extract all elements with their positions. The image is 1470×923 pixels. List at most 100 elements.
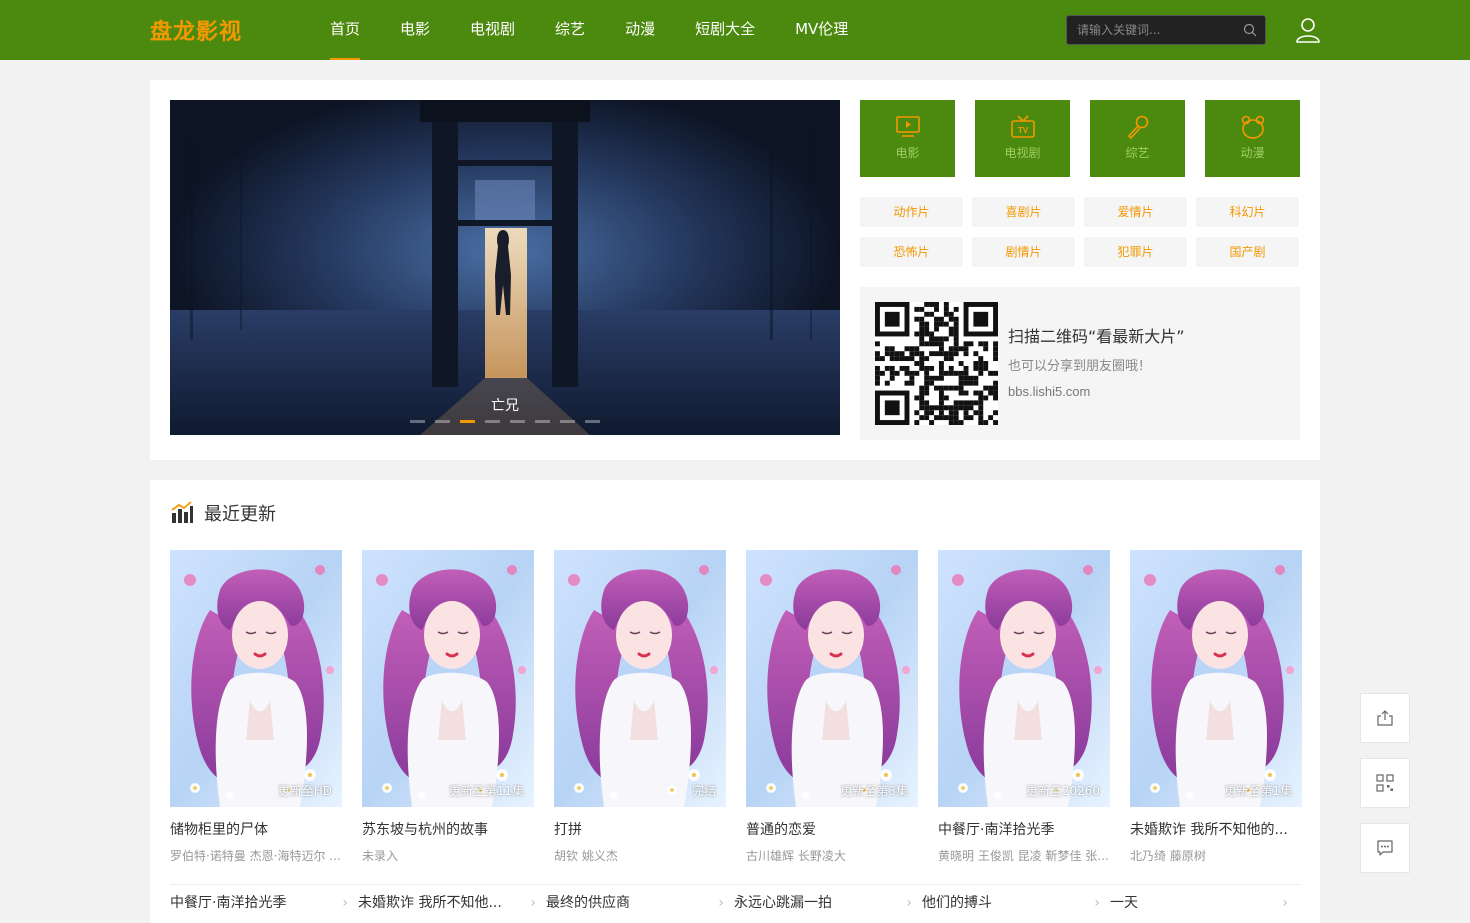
- card-cast: 罗伯特·诺特曼 杰恩·海特迈尔 ...: [170, 849, 341, 863]
- card-title[interactable]: 中餐厅·南洋拾光季: [938, 819, 1110, 839]
- slider-dot[interactable]: [410, 420, 425, 423]
- play-screen-icon: [895, 116, 920, 137]
- genre-link[interactable]: 剧情片: [972, 237, 1075, 267]
- poster[interactable]: 更新至第11集: [362, 550, 534, 807]
- genre-link[interactable]: 科幻片: [1196, 197, 1299, 227]
- card-cast: 黄晓明 王俊凯 昆凌 靳梦佳 张...: [938, 849, 1109, 863]
- nav-mv[interactable]: MV伦理: [795, 0, 848, 60]
- share-button[interactable]: [1360, 693, 1410, 743]
- card-cast: 古川雄辉 长野凌大: [746, 849, 846, 863]
- microphone-icon: [1127, 115, 1148, 139]
- bear-face-icon: [1241, 115, 1264, 139]
- slider-dot[interactable]: [560, 420, 575, 423]
- category-anime[interactable]: 动漫: [1205, 100, 1300, 177]
- card-title[interactable]: 未婚欺诈 我所不知他的...: [1130, 819, 1302, 839]
- list-item[interactable]: 他们的搏斗 ›: [922, 885, 1110, 921]
- video-card[interactable]: 更新至第1集 未婚欺诈 我所不知他的... 北乃绮 藤原树: [1130, 550, 1302, 864]
- poster-art: [170, 550, 342, 807]
- card-title[interactable]: 储物柜里的尸体: [170, 819, 342, 839]
- genre-link[interactable]: 犯罪片: [1084, 237, 1187, 267]
- category-label: 动漫: [1240, 146, 1265, 160]
- nav-tv[interactable]: 电视剧: [470, 0, 515, 60]
- video-card[interactable]: 更新至20260 中餐厅·南洋拾光季 黄晓明 王俊凯 昆凌 靳梦佳 张...: [938, 550, 1110, 864]
- card-cast: 北乃绮 藤原树: [1130, 849, 1206, 863]
- genre-link[interactable]: 国产剧: [1196, 237, 1299, 267]
- site-logo[interactable]: 盘龙影视: [150, 14, 242, 46]
- qr-promo: 扫描二维码“看最新大片” 也可以分享到朋友圈哦！ bbs.lishi5.com: [860, 287, 1300, 440]
- poster[interactable]: 更新至第3集: [746, 550, 918, 807]
- slider-dot[interactable]: [535, 420, 550, 423]
- qrcode-icon: [1376, 774, 1394, 792]
- chevron-right-icon: ›: [718, 895, 724, 911]
- category-movie[interactable]: 电影: [860, 100, 955, 177]
- card-title[interactable]: 打拼: [554, 819, 726, 839]
- nav-variety[interactable]: 综艺: [555, 0, 585, 60]
- qrcode-button[interactable]: [1360, 758, 1410, 808]
- genre-link[interactable]: 爱情片: [1084, 197, 1187, 227]
- list-item[interactable]: 最终的供应商 ›: [546, 885, 734, 921]
- poster-art: [938, 550, 1110, 807]
- genre-grid: 动作片 喜剧片 爱情片 科幻片 恐怖片 剧情片 犯罪片 国产剧: [860, 197, 1300, 267]
- svg-text:TV: TV: [1017, 126, 1028, 135]
- update-badge: 更新至第1集: [1224, 784, 1292, 798]
- tv-icon: TV: [1010, 115, 1035, 138]
- genre-link[interactable]: 恐怖片: [860, 237, 963, 267]
- qr-title: 扫描二维码“看最新大片”: [1008, 327, 1185, 346]
- top-navbar: 盘龙影视 首页 电影 电视剧 综艺 动漫 短剧大全 MV伦理: [0, 0, 1470, 60]
- video-card[interactable]: 更新至第11集 苏东坡与杭州的故事 未录入: [362, 550, 534, 864]
- category-variety[interactable]: 综艺: [1090, 100, 1185, 177]
- search-box: [1066, 15, 1266, 45]
- card-cast: 胡钦 姚义杰: [554, 849, 618, 863]
- update-badge: 更新至HD: [277, 784, 332, 798]
- list-item-label: 中餐厅·南洋拾光季: [170, 895, 287, 911]
- nav-anime[interactable]: 动漫: [625, 0, 655, 60]
- slider-dots: [410, 420, 610, 423]
- list-item-label: 永远心跳漏一拍: [734, 895, 832, 911]
- search-icon[interactable]: [1243, 23, 1257, 37]
- feedback-icon: [1377, 840, 1393, 856]
- slider-dot[interactable]: [435, 420, 450, 423]
- banner-slider[interactable]: 亡兄: [170, 100, 840, 435]
- slider-dot[interactable]: [460, 420, 475, 423]
- category-label: 综艺: [1125, 146, 1150, 160]
- card-cast: 未录入: [362, 849, 399, 863]
- genre-link[interactable]: 喜剧片: [972, 197, 1075, 227]
- card-title[interactable]: 普通的恋爱: [746, 819, 918, 839]
- poster[interactable]: 更新至第1集: [1130, 550, 1302, 807]
- search-input[interactable]: [1067, 16, 1232, 44]
- nav-home[interactable]: 首页: [330, 0, 361, 60]
- nav-short-drama[interactable]: 短剧大全: [695, 0, 755, 60]
- list-item-label: 一天: [1110, 895, 1138, 911]
- video-card[interactable]: 更新至第3集 普通的恋爱 古川雄辉 长野凌大: [746, 550, 918, 864]
- poster[interactable]: 更新至20260: [938, 550, 1110, 807]
- update-badge: 更新至20260: [1025, 784, 1100, 798]
- video-card[interactable]: 完结 打拼 胡钦 姚义杰: [554, 550, 726, 864]
- nav-movie[interactable]: 电影: [400, 0, 430, 60]
- poster-art: [1130, 550, 1302, 807]
- list-item[interactable]: 中餐厅·南洋拾光季 ›: [170, 885, 358, 921]
- video-card[interactable]: 更新至HD 储物柜里的尸体 罗伯特·诺特曼 杰恩·海特迈尔 ...: [170, 550, 342, 864]
- list-item[interactable]: 一天 ›: [1110, 885, 1298, 921]
- slider-dot[interactable]: [585, 420, 600, 423]
- banner-caption[interactable]: 亡兄: [170, 395, 840, 415]
- chevron-right-icon: ›: [342, 895, 348, 911]
- category-tiles: 电影 TV 电视剧 综艺 动漫: [860, 100, 1300, 177]
- list-item-label: 他们的搏斗: [922, 895, 992, 911]
- poster[interactable]: 更新至HD: [170, 550, 342, 807]
- category-tv[interactable]: TV 电视剧: [975, 100, 1070, 177]
- feedback-button[interactable]: [1360, 823, 1410, 873]
- share-icon: [1377, 710, 1393, 726]
- genre-link[interactable]: 动作片: [860, 197, 963, 227]
- poster[interactable]: 完结: [554, 550, 726, 807]
- user-icon[interactable]: [1294, 16, 1322, 44]
- list-item[interactable]: 未婚欺诈 我所不知他... ›: [358, 885, 546, 921]
- list-item[interactable]: 永远心跳漏一拍 ›: [734, 885, 922, 921]
- slider-dot[interactable]: [510, 420, 525, 423]
- qr-url: bbs.lishi5.com: [1008, 384, 1091, 399]
- card-title[interactable]: 苏东坡与杭州的故事: [362, 819, 534, 839]
- latest-updates-section: 最近更新 更新至HD 储物柜里的尸体 罗伯特·诺特曼 杰恩·海特迈尔 ... 更…: [150, 480, 1320, 923]
- chevron-right-icon: ›: [530, 895, 536, 911]
- chevron-right-icon: ›: [1282, 895, 1288, 911]
- main-nav: 首页 电影 电视剧 综艺 动漫 短剧大全 MV伦理: [330, 0, 888, 60]
- slider-dot[interactable]: [485, 420, 500, 423]
